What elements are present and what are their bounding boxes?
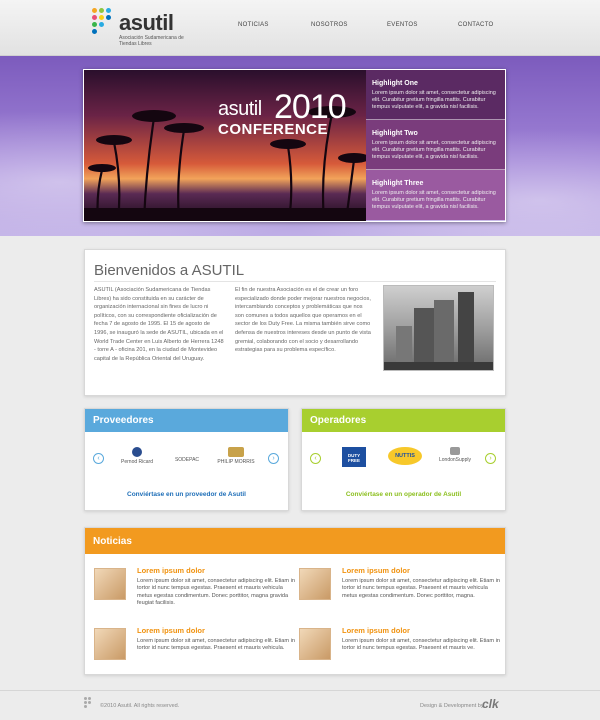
news-item-text: Lorem ipsum dolor sit amet, consectetur … (342, 638, 500, 652)
partner-logo-name: PHILIP MORRIS (217, 459, 255, 465)
news-item[interactable]: Lorem ipsum dolor Lorem ipsum dolor sit … (299, 626, 500, 676)
partner-logo-name: Pernod Ricard (121, 459, 153, 465)
partner-logo[interactable]: DUTY FREE (336, 447, 372, 467)
news-item-title[interactable]: Lorem ipsum dolor (342, 566, 410, 575)
london-supply-icon (450, 447, 460, 455)
divider (94, 281, 496, 282)
conference-brand: asutil (218, 98, 262, 120)
credit-text: Design & Development by (420, 703, 484, 709)
logo-subtitle: Asociación Sudamericana de Tiendas Libre… (119, 35, 184, 47)
news-item-text: Lorem ipsum dolor sit amet, consectetur … (137, 578, 295, 607)
nav-noticias[interactable]: NOTICIAS (238, 22, 269, 28)
highlight-item[interactable]: Highlight Two Lorem ipsum dolor sit amet… (366, 120, 505, 170)
highlight-title: Highlight Three (372, 180, 424, 187)
prev-arrow-icon[interactable]: ‹ (93, 453, 104, 464)
welcome-column-1: ASUTIL (Asociación Sudamericana de Tiend… (94, 287, 224, 362)
prev-arrow-icon[interactable]: ‹ (310, 453, 321, 464)
operadores-section: Operadores ‹ › DUTY FREE NUTTIS LondonSu… (301, 408, 506, 511)
philip-morris-icon (228, 447, 244, 457)
footer-logo-icon (84, 697, 94, 711)
partner-logo-name: LondonSupply (439, 457, 471, 463)
proveedores-title: Proveedores (85, 409, 288, 432)
news-thumbnail (299, 628, 331, 660)
welcome-section: Bienvenidos a ASUTIL ASUTIL (Asociación … (84, 249, 506, 396)
proveedores-section: Proveedores ‹ › Pernod Ricard SODEPAC PH… (84, 408, 289, 511)
highlight-item-active[interactable]: Highlight Three Lorem ipsum dolor sit am… (366, 170, 505, 220)
building-photo (383, 285, 494, 371)
duty-free-icon: DUTY FREE (342, 447, 366, 467)
highlight-title: Highlight Two (372, 130, 418, 137)
news-item-text: Lorem ipsum dolor sit amet, consectetur … (342, 578, 500, 599)
copyright-text: ©2010 Asutil. All rights reserved. (100, 703, 180, 709)
next-arrow-icon[interactable]: › (485, 453, 496, 464)
highlight-item[interactable]: Highlight One Lorem ipsum dolor sit amet… (366, 70, 505, 120)
highlight-text: Lorem ipsum dolor sit amet, consectetur … (372, 140, 496, 160)
proveedor-signup-link[interactable]: Conviértase en un proveedor de Asutil (85, 491, 288, 498)
news-thumbnail (299, 568, 331, 600)
partner-logo[interactable]: LondonSupply (432, 447, 478, 463)
news-section: Noticias Lorem ipsum dolor Lorem ipsum d… (84, 527, 506, 675)
highlight-title: Highlight One (372, 80, 418, 87)
operadores-title: Operadores (302, 409, 505, 432)
welcome-column-2: El fin de nuestra Asociación es el de cr… (235, 287, 371, 354)
news-title: Noticias (85, 528, 505, 554)
conference-banner[interactable]: asutil 2010 CONFERENCE (84, 70, 366, 221)
nav-eventos[interactable]: EVENTOS (387, 22, 418, 28)
news-item-title[interactable]: Lorem ipsum dolor (342, 626, 410, 635)
conference-word: CONFERENCE (218, 121, 329, 138)
partner-logo[interactable]: PHILIP MORRIS (215, 447, 257, 465)
operador-signup-link[interactable]: Conviértase en un operador de Asutil (302, 491, 505, 498)
nav-nosotros[interactable]: NOSOTROS (311, 22, 348, 28)
partner-logo[interactable]: Pernod Ricard (117, 447, 157, 465)
next-arrow-icon[interactable]: › (268, 453, 279, 464)
nuttis-icon: NUTTIS (388, 447, 422, 465)
partner-logo[interactable]: SODEPAC (167, 457, 207, 463)
highlight-text: Lorem ipsum dolor sit amet, consectetur … (372, 190, 496, 210)
welcome-title: Bienvenidos a ASUTIL (94, 262, 245, 279)
news-item-title[interactable]: Lorem ipsum dolor (137, 626, 205, 635)
highlight-text: Lorem ipsum dolor sit amet, consectetur … (372, 90, 496, 110)
news-item-text: Lorem ipsum dolor sit amet, consectetur … (137, 638, 295, 652)
highlights-list: Highlight One Lorem ipsum dolor sit amet… (366, 70, 505, 221)
news-item[interactable]: Lorem ipsum dolor Lorem ipsum dolor sit … (94, 566, 295, 616)
partner-logo-name: SODEPAC (174, 457, 200, 463)
site-header: asutil Asociación Sudamericana de Tienda… (0, 0, 600, 56)
hero-slider: asutil 2010 CONFERENCE Highlight One Lor… (83, 69, 506, 222)
news-item-title[interactable]: Lorem ipsum dolor (137, 566, 205, 575)
main-nav: NOTICIAS NOSOTROS EVENTOS CONTACTO (0, 22, 600, 36)
news-item[interactable]: Lorem ipsum dolor Lorem ipsum dolor sit … (94, 626, 295, 676)
nav-contacto[interactable]: CONTACTO (458, 22, 494, 28)
site-footer: ©2010 Asutil. All rights reserved. Desig… (0, 690, 600, 720)
pernod-ricard-icon (132, 447, 142, 457)
news-item[interactable]: Lorem ipsum dolor Lorem ipsum dolor sit … (299, 566, 500, 616)
news-thumbnail (94, 628, 126, 660)
partner-logo[interactable]: NUTTIS (384, 447, 426, 465)
news-thumbnail (94, 568, 126, 600)
clk-logo[interactable]: clk (482, 697, 499, 711)
